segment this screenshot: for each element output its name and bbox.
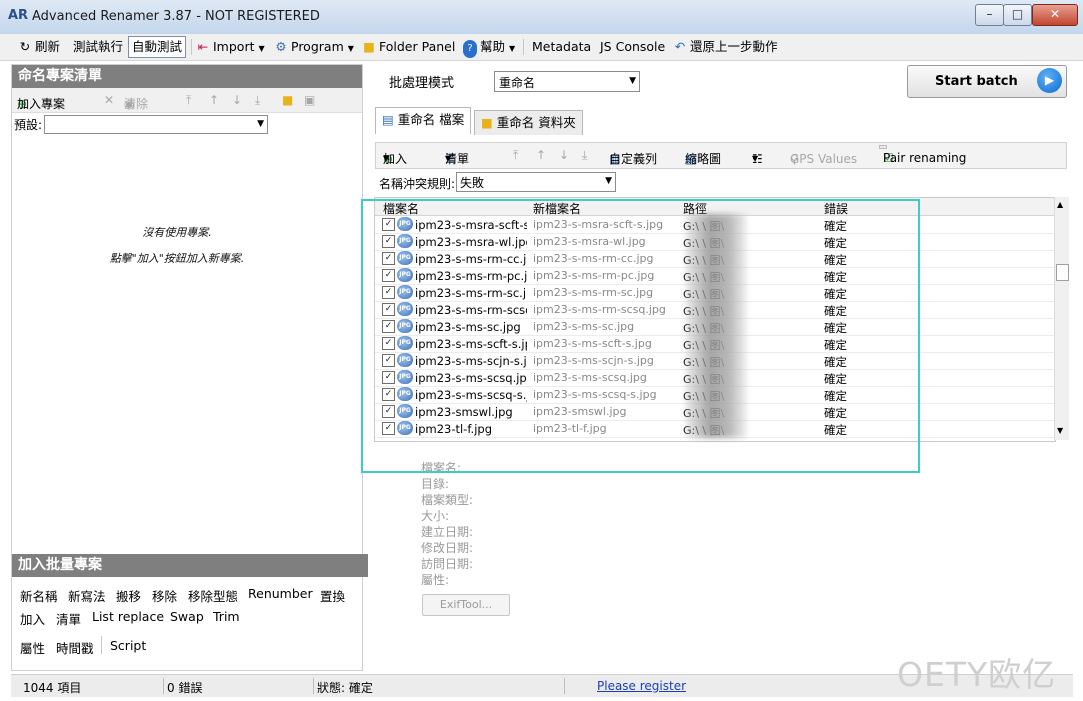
method-list[interactable]: 清單: [56, 609, 81, 628]
error-count: 0 錯誤: [167, 681, 203, 695]
main-toolbar: ↻ 刷新 測試執行 自動測試 ⇤ Import ▼ ⚙ Program ▼ ■ Fold…: [0, 34, 1083, 61]
scroll-down-icon[interactable]: ▼: [1057, 426, 1063, 435]
dropdown-arrow-icon: ▼: [445, 154, 452, 163]
batch-mode-select[interactable]: 重命名 ▼: [494, 71, 640, 92]
method-trim[interactable]: Trim: [213, 609, 240, 624]
title-bar: AR Advanced Renamer 3.87 - NOT REGISTERE…: [0, 0, 1083, 35]
watermark: OETY欧亿: [897, 655, 1057, 694]
import-menu[interactable]: ⇤ Import ▼: [196, 38, 265, 56]
undo-button[interactable]: ↶ 還原上一步動作: [673, 38, 778, 56]
start-batch-button[interactable]: Start batch ▶: [907, 65, 1067, 98]
test-run-button[interactable]: 測試執行: [73, 38, 123, 56]
tab-rename-files[interactable]: ▤ 重命名 檔案: [375, 107, 472, 134]
selection-highlight: [361, 199, 920, 473]
help-icon: ?: [463, 40, 477, 58]
chevron-down-icon: ▼: [629, 76, 636, 86]
method-renumber[interactable]: Renumber: [248, 586, 313, 601]
conflict-rule-label: 名稱沖突規則:: [379, 177, 456, 191]
dropdown-arrow-icon: ▼: [383, 154, 390, 163]
import-icon: ⇤: [197, 39, 209, 54]
chevron-down-icon: ▼: [605, 176, 612, 186]
save-icon[interactable]: ▣: [304, 92, 315, 108]
register-link[interactable]: Please register: [597, 679, 686, 693]
move-bottom-icon[interactable]: ⤓: [582, 147, 587, 163]
empty-list-hint: 點擊"加入"按鈕加入新專案.: [109, 252, 245, 265]
add-batch-method-header: 加入批量專案: [12, 554, 368, 577]
maximize-button[interactable]: □: [1003, 4, 1032, 26]
dropdown-arrow-icon: ▼: [347, 44, 354, 53]
dropdown-arrow-icon: ▼: [258, 44, 265, 53]
grid-scrollbar[interactable]: ▲ ▼: [1054, 197, 1069, 440]
preset-row: 預設: ▼: [12, 113, 362, 135]
dropdown-arrow-icon: ▼: [752, 154, 759, 163]
tab-rename-folders[interactable]: ■ 重命名 資料夾: [474, 110, 583, 135]
pair-renaming-toggle[interactable]: ☑ Pair renaming: [879, 145, 966, 165]
prop-filetype: 檔案類型:: [421, 493, 474, 507]
scroll-thumb[interactable]: [1056, 264, 1069, 281]
method-new-name[interactable]: 新名稱: [20, 586, 58, 605]
prop-accessed: 訪問日期:: [421, 557, 474, 571]
move-top-icon[interactable]: ⤒: [513, 147, 518, 163]
window-title: Advanced Renamer 3.87 - NOT REGISTERED: [32, 9, 320, 24]
open-folder-icon[interactable]: ■: [282, 92, 293, 108]
prop-attributes: 屬性:: [421, 573, 450, 587]
refresh-icon: ↻: [19, 39, 31, 54]
file-list-toolbar: ⊕ 加入 ▼ ☰ 清單 ▼ ⤒ ↑ ↓ ⤓ ▥ 自定義列 ▧ 縮略圖 ☷ ▼ ⚲…: [375, 142, 1067, 169]
auto-test-button[interactable]: 自動測試: [128, 36, 187, 58]
js-console-button[interactable]: JS Console: [600, 38, 665, 56]
undo-icon: ↶: [674, 39, 686, 54]
method-timestamp[interactable]: 時間戳: [56, 638, 94, 657]
prop-modified: 修改日期:: [421, 541, 474, 555]
program-icon: ⚙: [275, 39, 287, 54]
method-list-panel: 命名專案清單 ⊕ 加入專案 ✕ ◉ 清除 ⤒ ↑ ↓ ⤓ ■ ▣ 預設: ▼ 沒…: [11, 64, 368, 671]
method-list-header: 命名專案清單: [12, 65, 362, 88]
move-down-icon[interactable]: ↓: [559, 147, 569, 163]
move-bottom-icon[interactable]: ⤓: [255, 92, 260, 108]
method-add[interactable]: 加入: [20, 609, 45, 628]
program-menu[interactable]: ⚙ Program ▼: [274, 38, 354, 56]
batch-methods: 新名稱 新寫法 搬移 移除 移除型態 Renumber 置換 加入 清單 Lis…: [12, 578, 362, 670]
minimize-button[interactable]: –: [975, 4, 1004, 26]
delete-icon[interactable]: ✕: [104, 92, 114, 108]
status-text: 狀態: 確定: [317, 681, 373, 695]
refresh-button[interactable]: ↻ 刷新: [18, 38, 60, 56]
method-remove[interactable]: 移除: [152, 586, 177, 605]
method-attributes[interactable]: 屬性: [20, 638, 45, 657]
play-icon: ▶: [1037, 68, 1062, 93]
method-swap[interactable]: Swap: [170, 609, 204, 624]
prop-size: 大小:: [421, 509, 450, 523]
scroll-up-icon[interactable]: ▲: [1057, 200, 1063, 209]
method-list-area[interactable]: 沒有使用專案. 點擊"加入"按鈕加入新專案.: [12, 145, 362, 555]
items-count: 1044 項目: [23, 681, 82, 695]
move-up-icon[interactable]: ↑: [536, 147, 546, 163]
method-replace[interactable]: 置換: [320, 586, 345, 605]
method-list-replace[interactable]: List replace: [92, 609, 164, 624]
exiftool-button[interactable]: ExifTool...: [422, 594, 510, 616]
metadata-button[interactable]: Metadata: [532, 38, 591, 56]
move-up-icon[interactable]: ↑: [209, 92, 219, 108]
move-top-icon[interactable]: ⤒: [186, 92, 191, 108]
conflict-rule-select[interactable]: 失敗 ▼: [456, 172, 616, 192]
prop-created: 建立日期:: [421, 525, 474, 539]
method-list-toolbar: ⊕ 加入專案 ✕ ◉ 清除 ⤒ ↑ ↓ ⤓ ■ ▣: [12, 88, 362, 113]
move-down-icon[interactable]: ↓: [232, 92, 242, 108]
empty-list-message: 沒有使用專案.: [142, 226, 212, 239]
folder-panel-button[interactable]: ■ Folder Panel: [362, 38, 455, 56]
method-new-case[interactable]: 新寫法: [68, 586, 106, 605]
method-remove-pattern[interactable]: 移除型態: [188, 586, 238, 605]
prop-directory: 目錄:: [421, 477, 450, 491]
help-menu[interactable]: ? 幫助 ▼: [463, 38, 516, 58]
file-icon: ▤: [382, 112, 394, 127]
dropdown-arrow-icon: ▼: [509, 44, 516, 53]
preset-label: 預設:: [14, 118, 43, 132]
batch-mode-label: 批處理模式: [389, 76, 455, 91]
folder-icon: ■: [363, 39, 375, 54]
preset-select[interactable]: ▼: [44, 115, 268, 134]
close-button[interactable]: ✕: [1032, 4, 1078, 26]
chevron-down-icon: ▼: [257, 119, 264, 129]
method-move[interactable]: 搬移: [116, 586, 141, 605]
method-script[interactable]: Script: [110, 638, 146, 653]
folder-icon: ■: [481, 115, 493, 130]
app-icon: AR: [8, 8, 29, 23]
